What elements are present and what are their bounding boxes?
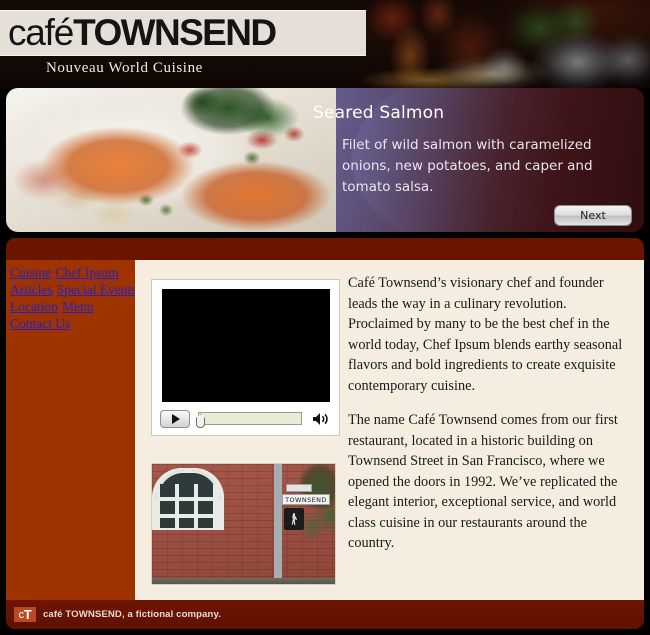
sidebar-nav: Cuisine Chef Ipsum Articles Special Events… xyxy=(10,264,137,332)
nav-row-2: Articles Special Events xyxy=(10,281,137,298)
footer-logo-icon: cT xyxy=(14,607,36,622)
page-root: caféTOWNSEND Nouveau World Cuisine Seare… xyxy=(0,0,650,635)
seek-track xyxy=(198,412,302,425)
sidebar-item-location[interactable]: Location xyxy=(10,299,58,314)
sidebar-item-menu[interactable]: Menu xyxy=(62,299,94,314)
video-controls xyxy=(160,408,334,430)
body-copy: Café Townsend’s visionary chef and found… xyxy=(348,273,633,568)
next-button[interactable]: Next xyxy=(554,205,632,226)
site-footer: cT café TOWNSEND, a fictional company. xyxy=(6,600,644,629)
video-player xyxy=(151,279,340,436)
site-header-banner: caféTOWNSEND Nouveau World Cuisine xyxy=(0,0,650,88)
main-body-panel: Cuisine Chef Ipsum Articles Special Events… xyxy=(6,260,644,600)
sidebar-item-chef-ipsum[interactable]: Chef Ipsum xyxy=(55,265,118,280)
sidebar-item-articles[interactable]: Articles xyxy=(10,282,53,297)
nav-row-3: Location Menu xyxy=(10,298,135,315)
sidebar-item-special-events[interactable]: Special Events xyxy=(57,282,137,297)
content-panel: TOWNSEND Café Townsend’s visionary chef … xyxy=(135,260,644,600)
volume-icon[interactable] xyxy=(312,412,330,426)
building-window xyxy=(152,468,224,530)
logo-word-townsend: TOWNSEND xyxy=(73,12,277,53)
window-panes xyxy=(157,484,219,528)
sidebar-item-contact-us[interactable]: Contact Us xyxy=(10,316,70,331)
hero-description: Filet of wild salmon with caramelized on… xyxy=(342,137,593,195)
body-paragraph-1: Café Townsend’s visionary chef and found… xyxy=(348,275,623,394)
hero-title: Seared Salmon xyxy=(313,103,445,123)
street-photo: TOWNSEND xyxy=(151,463,336,585)
play-button[interactable] xyxy=(160,410,190,428)
site-tagline: Nouveau World Cuisine xyxy=(46,60,203,76)
nav-row-4: Contact Us xyxy=(10,315,135,332)
pedestrian-signal xyxy=(284,508,304,530)
logo-word-cafe: café xyxy=(8,12,74,53)
footer-text: café TOWNSEND, a fictional company. xyxy=(43,609,221,620)
play-icon xyxy=(172,414,180,424)
walking-person-icon xyxy=(291,513,297,525)
sidebar-item-cuisine[interactable]: Cuisine xyxy=(10,265,51,280)
site-logo[interactable]: caféTOWNSEND xyxy=(0,10,366,56)
seek-slider[interactable] xyxy=(196,412,302,428)
sidewalk xyxy=(152,578,335,584)
nav-row-1: Cuisine Chef Ipsum xyxy=(10,264,135,281)
body-paragraph-2: The name Café Townsend comes from our fi… xyxy=(348,412,618,551)
street-sign-secondary xyxy=(286,484,312,492)
street-sign-townsend: TOWNSEND xyxy=(282,494,330,505)
video-screen[interactable] xyxy=(162,289,330,402)
footer-logo-t: T xyxy=(23,607,32,622)
site-logo-text: caféTOWNSEND xyxy=(0,11,277,55)
